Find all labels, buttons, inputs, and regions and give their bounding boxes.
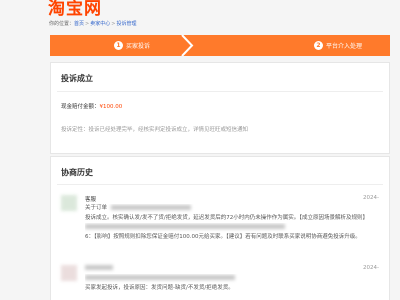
progress-steps: 1 买家投诉 2 平台介入处理 <box>50 35 390 56</box>
redacted-text <box>85 265 113 270</box>
step-buyer-complaint: 1 买家投诉 <box>50 35 180 56</box>
divider <box>57 184 383 185</box>
amount-value: ¥100.00 <box>99 104 123 110</box>
divider <box>57 91 383 92</box>
redacted-text <box>85 275 235 280</box>
taobao-logo[interactable]: 淘宝网 <box>48 0 102 19</box>
avatar <box>61 265 77 281</box>
message-line: 买家发起投诉，投诉原因：发货问题-缺货/不发货/拒绝发货。 <box>85 284 381 294</box>
breadcrumb-complaint-management-link[interactable]: 投诉管理 <box>116 21 136 27</box>
message-text: 6：【影响】按照规则扣除您保证金赔付100.00元给买家。【建议】若有问题及时联… <box>85 233 361 240</box>
step-number-badge: 1 <box>114 41 123 50</box>
message-line <box>85 274 381 284</box>
entry-author <box>85 265 113 271</box>
message-line <box>85 223 381 233</box>
breadcrumb-seller-center-link[interactable]: 卖家中心 <box>90 21 110 27</box>
entry-author: 客服 <box>85 197 97 203</box>
message-text: 投诉成立。核实确认发/发不了货/拒绝发货，延迟发货后的72小时内仍未操作作为属实… <box>85 214 368 221</box>
breadcrumb-separator: > <box>111 21 116 27</box>
step-label: 买家投诉 <box>126 43 151 50</box>
entry-timestamp: 2024- <box>363 195 379 201</box>
message-line: 关于订单 <box>85 204 381 214</box>
complaint-result-title: 投诉成立 <box>61 74 93 83</box>
entry-message: 关于订单 投诉成立。核实确认发/发不了货/拒绝发货，延迟发货后的72小时内仍未操… <box>85 204 381 242</box>
message-line: 6：【影响】按照规则扣除您保证金赔付100.00元给买家。【建议】若有问题及时联… <box>85 233 381 243</box>
step-label: 平台介入处理 <box>326 43 363 50</box>
nature-text: 投诉已经处理完毕，经核实判定投诉成立，详情见旺旺或短信通知 <box>88 127 249 133</box>
message-text: 买家发起投诉，投诉原因：发货问题-缺货/不发货/拒绝发货。 <box>85 284 234 291</box>
breadcrumb-home-link[interactable]: 首页 <box>74 21 84 27</box>
negotiation-history-panel: 协商历史 客服 2024- 关于订单 投诉成立。核实确认发/发不了货/拒绝发货，… <box>50 156 390 300</box>
history-entry: 2024- 买家发起投诉，投诉原因：发货问题-缺货/不发货/拒绝发货。 <box>61 265 383 300</box>
compensation-amount-row: 现金赔付金额：¥100.00 <box>61 102 122 110</box>
breadcrumb-separator: > <box>85 21 90 27</box>
history-entry: 客服 2024- 关于订单 投诉成立。核实确认发/发不了货/拒绝发货，延迟发货后… <box>61 195 383 259</box>
avatar <box>61 195 77 211</box>
step-platform-handling: 2 平台介入处理 <box>200 35 390 56</box>
redacted-text <box>85 224 285 229</box>
breadcrumb-prefix: 你的位置： <box>49 21 75 27</box>
negotiation-history-title: 协商历史 <box>61 168 93 177</box>
step-arrow-separator <box>181 35 194 56</box>
complaint-nature-row: 投诉定性：投诉已经处理完毕，经核实判定投诉成立，详情见旺旺或短信通知 <box>61 125 248 133</box>
message-text: 关于订单 <box>85 205 108 211</box>
complaint-result-panel: 投诉成立 现金赔付金额：¥100.00 投诉定性：投诉已经处理完毕，经核实判定投… <box>50 62 390 154</box>
breadcrumb: 你的位置：首页>卖家中心>投诉管理 <box>49 20 136 27</box>
amount-label: 现金赔付金额： <box>61 104 100 110</box>
redacted-text <box>111 205 192 210</box>
message-line: 投诉成立。核实确认发/发不了货/拒绝发货，延迟发货后的72小时内仍未操作作为属实… <box>85 214 381 224</box>
nature-label: 投诉定性： <box>61 127 89 133</box>
entry-message: 买家发起投诉，投诉原因：发货问题-缺货/不发货/拒绝发货。 <box>85 274 381 293</box>
entry-timestamp: 2024- <box>363 265 379 271</box>
step-number-badge: 2 <box>314 41 323 50</box>
